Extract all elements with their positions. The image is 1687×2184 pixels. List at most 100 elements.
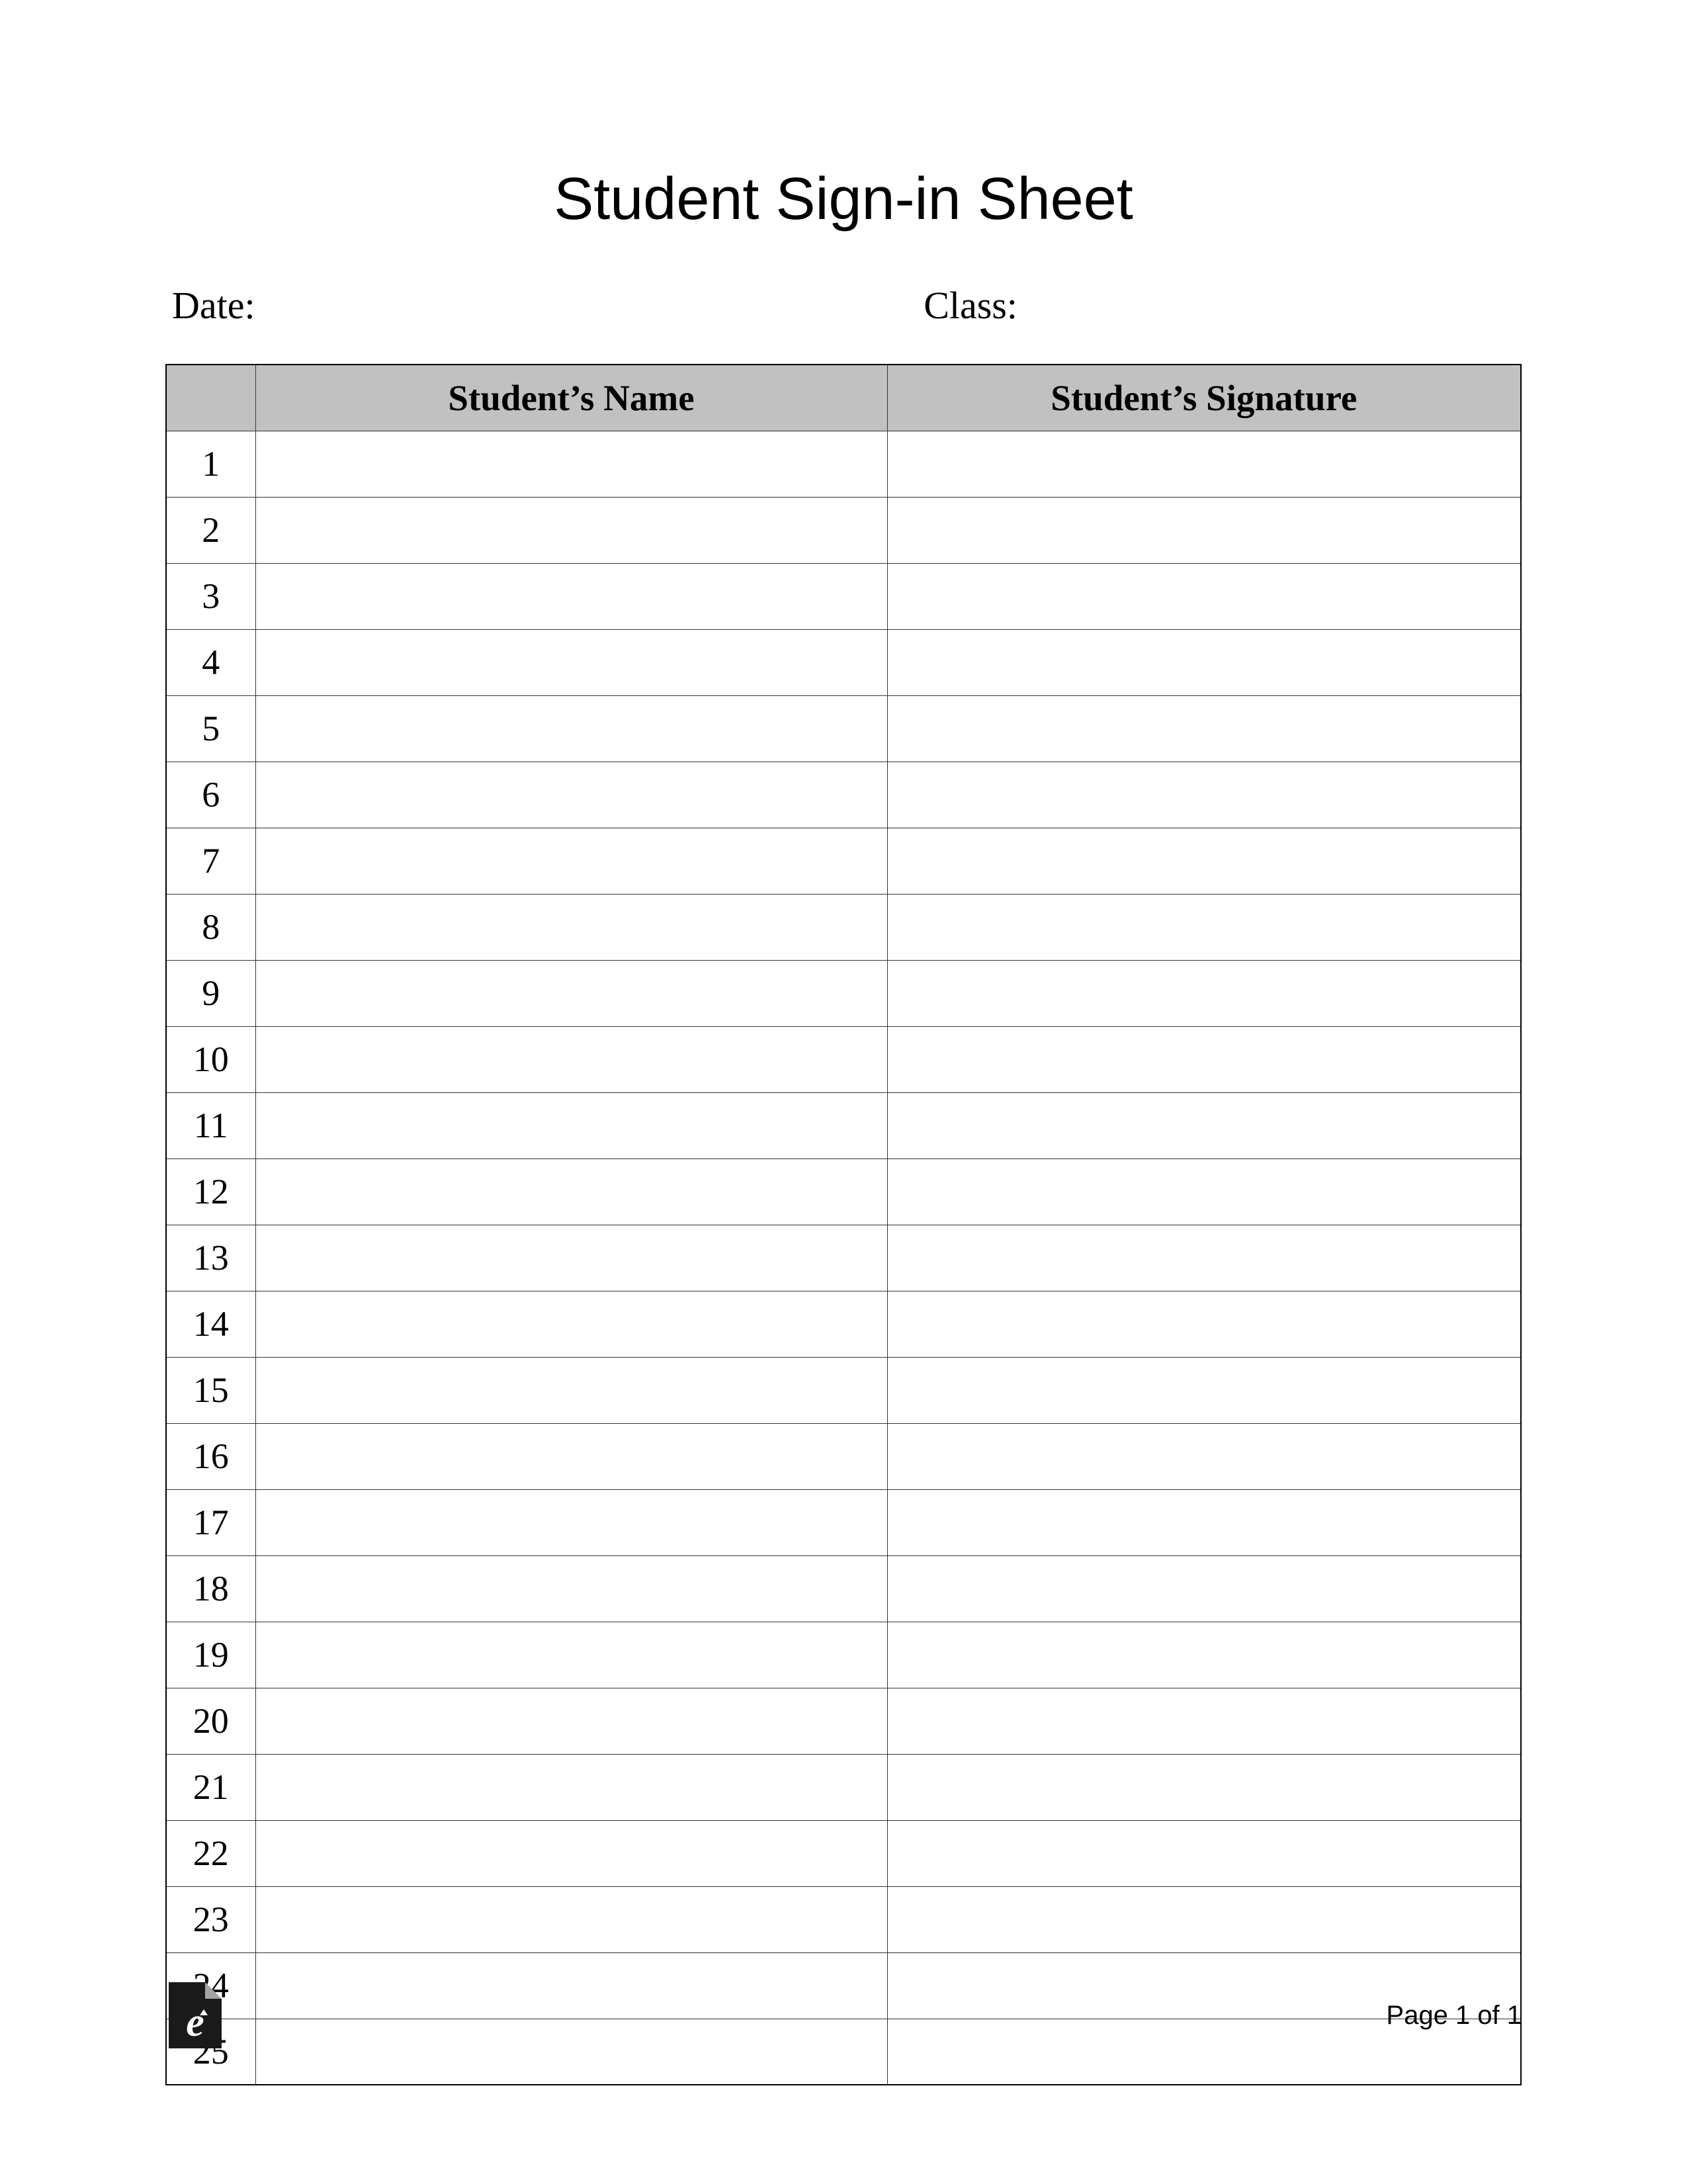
table-row: 18 (166, 1555, 1521, 1622)
student-signature-field[interactable] (887, 1092, 1521, 1158)
row-number: 7 (166, 828, 255, 894)
student-signature-field[interactable] (887, 828, 1521, 894)
student-signature-field[interactable] (887, 1754, 1521, 1820)
student-signature-field[interactable] (887, 1158, 1521, 1225)
signin-table: Student’s Name Student’s Signature 12345… (165, 364, 1522, 2085)
meta-row: Date: Class: (165, 283, 1522, 328)
table-header-row: Student’s Name Student’s Signature (166, 365, 1521, 431)
student-name-field[interactable] (255, 1026, 887, 1092)
header-number (166, 365, 255, 431)
header-name: Student’s Name (255, 365, 887, 431)
student-signature-field[interactable] (887, 431, 1521, 497)
eforms-logo-icon: e (165, 1979, 225, 2052)
student-name-field[interactable] (255, 1291, 887, 1357)
student-name-field[interactable] (255, 1688, 887, 1754)
student-name-field[interactable] (255, 1489, 887, 1555)
row-number: 12 (166, 1158, 255, 1225)
row-number: 14 (166, 1291, 255, 1357)
row-number: 18 (166, 1555, 255, 1622)
row-number: 16 (166, 1423, 255, 1489)
table-row: 7 (166, 828, 1521, 894)
student-signature-field[interactable] (887, 1886, 1521, 1952)
table-row: 6 (166, 762, 1521, 828)
student-name-field[interactable] (255, 894, 887, 960)
row-number: 17 (166, 1489, 255, 1555)
student-signature-field[interactable] (887, 1357, 1521, 1423)
student-signature-field[interactable] (887, 1423, 1521, 1489)
row-number: 9 (166, 960, 255, 1026)
row-number: 4 (166, 629, 255, 695)
header-signature: Student’s Signature (887, 365, 1521, 431)
table-row: 10 (166, 1026, 1521, 1092)
student-signature-field[interactable] (887, 629, 1521, 695)
student-signature-field[interactable] (887, 1489, 1521, 1555)
table-row: 16 (166, 1423, 1521, 1489)
row-number: 8 (166, 894, 255, 960)
page-title: Student Sign-in Sheet (165, 165, 1522, 234)
table-row: 3 (166, 563, 1521, 629)
row-number: 6 (166, 762, 255, 828)
row-number: 20 (166, 1688, 255, 1754)
student-name-field[interactable] (255, 497, 887, 563)
row-number: 11 (166, 1092, 255, 1158)
student-signature-field[interactable] (887, 1555, 1521, 1622)
table-row: 17 (166, 1489, 1521, 1555)
student-name-field[interactable] (255, 1754, 887, 1820)
page-number: Page 1 of 1 (1386, 2001, 1522, 2031)
student-name-field[interactable] (255, 1225, 887, 1291)
row-number: 22 (166, 1820, 255, 1886)
student-signature-field[interactable] (887, 695, 1521, 762)
student-name-field[interactable] (255, 1555, 887, 1622)
student-signature-field[interactable] (887, 563, 1521, 629)
student-name-field[interactable] (255, 629, 887, 695)
student-name-field[interactable] (255, 828, 887, 894)
row-number: 21 (166, 1754, 255, 1820)
page-footer: e Page 1 of 1 (165, 1979, 1522, 2052)
table-row: 9 (166, 960, 1521, 1026)
student-signature-field[interactable] (887, 497, 1521, 563)
table-row: 20 (166, 1688, 1521, 1754)
table-row: 23 (166, 1886, 1521, 1952)
row-number: 1 (166, 431, 255, 497)
svg-text:e: e (186, 2000, 204, 2045)
student-name-field[interactable] (255, 1423, 887, 1489)
table-row: 4 (166, 629, 1521, 695)
row-number: 10 (166, 1026, 255, 1092)
row-number: 2 (166, 497, 255, 563)
student-name-field[interactable] (255, 1158, 887, 1225)
row-number: 3 (166, 563, 255, 629)
table-row: 5 (166, 695, 1521, 762)
student-signature-field[interactable] (887, 1820, 1521, 1886)
table-row: 14 (166, 1291, 1521, 1357)
student-signature-field[interactable] (887, 1622, 1521, 1688)
student-signature-field[interactable] (887, 1291, 1521, 1357)
student-name-field[interactable] (255, 1886, 887, 1952)
table-row: 11 (166, 1092, 1521, 1158)
student-name-field[interactable] (255, 762, 887, 828)
student-signature-field[interactable] (887, 1026, 1521, 1092)
class-label: Class: (897, 283, 1017, 328)
student-name-field[interactable] (255, 1357, 887, 1423)
row-number: 19 (166, 1622, 255, 1688)
student-signature-field[interactable] (887, 960, 1521, 1026)
student-name-field[interactable] (255, 1092, 887, 1158)
row-number: 5 (166, 695, 255, 762)
student-name-field[interactable] (255, 563, 887, 629)
student-signature-field[interactable] (887, 894, 1521, 960)
table-row: 8 (166, 894, 1521, 960)
table-row: 22 (166, 1820, 1521, 1886)
row-number: 15 (166, 1357, 255, 1423)
student-name-field[interactable] (255, 695, 887, 762)
table-row: 19 (166, 1622, 1521, 1688)
page: Student Sign-in Sheet Date: Class: Stude… (0, 0, 1687, 2184)
student-name-field[interactable] (255, 1820, 887, 1886)
student-signature-field[interactable] (887, 762, 1521, 828)
student-name-field[interactable] (255, 1622, 887, 1688)
row-number: 13 (166, 1225, 255, 1291)
table-row: 2 (166, 497, 1521, 563)
student-name-field[interactable] (255, 960, 887, 1026)
student-signature-field[interactable] (887, 1225, 1521, 1291)
student-name-field[interactable] (255, 431, 887, 497)
student-signature-field[interactable] (887, 1688, 1521, 1754)
table-row: 15 (166, 1357, 1521, 1423)
